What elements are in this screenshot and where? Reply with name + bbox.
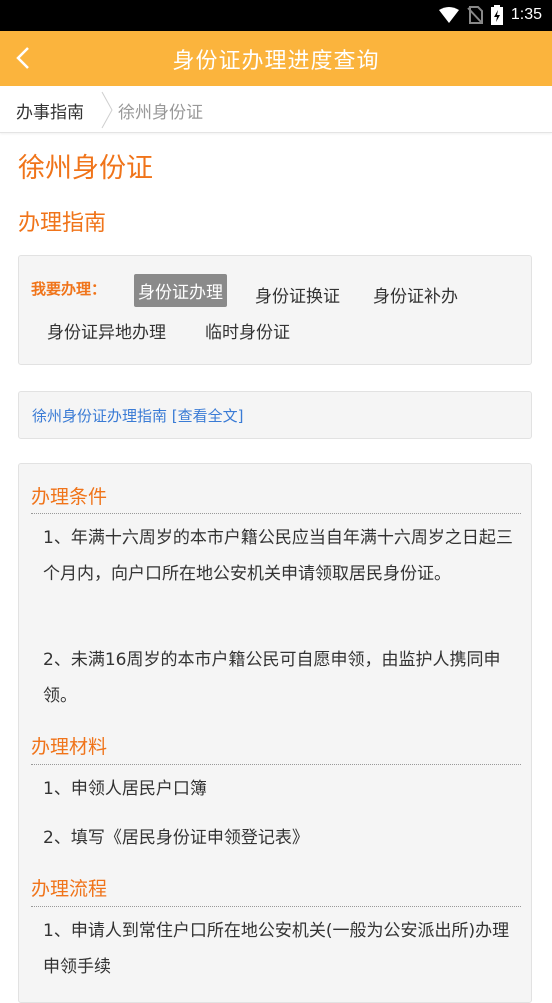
breadcrumb-current: 徐州身份证 [118, 103, 203, 123]
section-heading-guide: 办理指南 [18, 211, 107, 236]
breadcrumb: 办事指南 徐州身份证 [0, 86, 552, 133]
divider [31, 906, 521, 907]
no-sim-icon [467, 6, 483, 24]
status-icons: 1:35 [438, 5, 542, 25]
materials-item: 1、申领人居民户口簿 [43, 779, 207, 799]
guide-link-box: 徐州身份证办理指南 [查看全文] [18, 391, 532, 439]
guide-full-text-link[interactable]: 徐州身份证办理指南 [查看全文] [32, 405, 243, 426]
app-bar: 身份证办理进度查询 [0, 31, 552, 86]
option-temp-id[interactable]: 临时身份证 [201, 314, 294, 347]
section-title-process: 办理流程 [31, 878, 108, 900]
section-title-conditions: 办理条件 [31, 486, 108, 508]
breadcrumb-home[interactable]: 办事指南 [16, 98, 84, 123]
app-title: 身份证办理进度查询 [172, 49, 380, 74]
conditions-item: 1、年满十六周岁的本市户籍公民应当自年满十六周岁之日起三个月内，向户口所在地公安… [43, 528, 513, 584]
section-title-materials: 办理材料 [31, 736, 108, 758]
option-id-renew[interactable]: 身份证换证 [251, 278, 344, 311]
battery-icon [490, 5, 503, 25]
divider [31, 764, 521, 765]
status-time: 1:35 [510, 6, 542, 23]
materials-item: 2、填写《居民身份证申领登记表》 [43, 828, 309, 848]
guide-content: 办理条件 1、年满十六周岁的本市户籍公民应当自年满十六周岁之日起三个月内，向户口… [18, 463, 532, 1003]
breadcrumb-separator-icon [101, 91, 113, 129]
conditions-item: 2、未满16周岁的本市户籍公民可自愿申领，由监护人携同申领。 [43, 650, 501, 706]
option-id-reissue[interactable]: 身份证补办 [369, 278, 462, 311]
option-id-remote[interactable]: 身份证异地办理 [43, 314, 170, 347]
wifi-icon [438, 7, 459, 23]
want-label: 我要办理： [31, 280, 107, 298]
page-title: 徐州身份证 [18, 153, 153, 184]
status-bar: 1:35 [0, 0, 552, 31]
option-id-apply[interactable]: 身份证办理 [134, 274, 227, 307]
service-selector: 我要办理： 身份证办理 身份证换证 身份证补办 身份证异地办理 临时身份证 [18, 255, 532, 365]
divider [31, 513, 521, 514]
process-item: 1、申请人到常住户口所在地公安机关(一般为公安派出所)办理申领手续 [43, 921, 510, 977]
